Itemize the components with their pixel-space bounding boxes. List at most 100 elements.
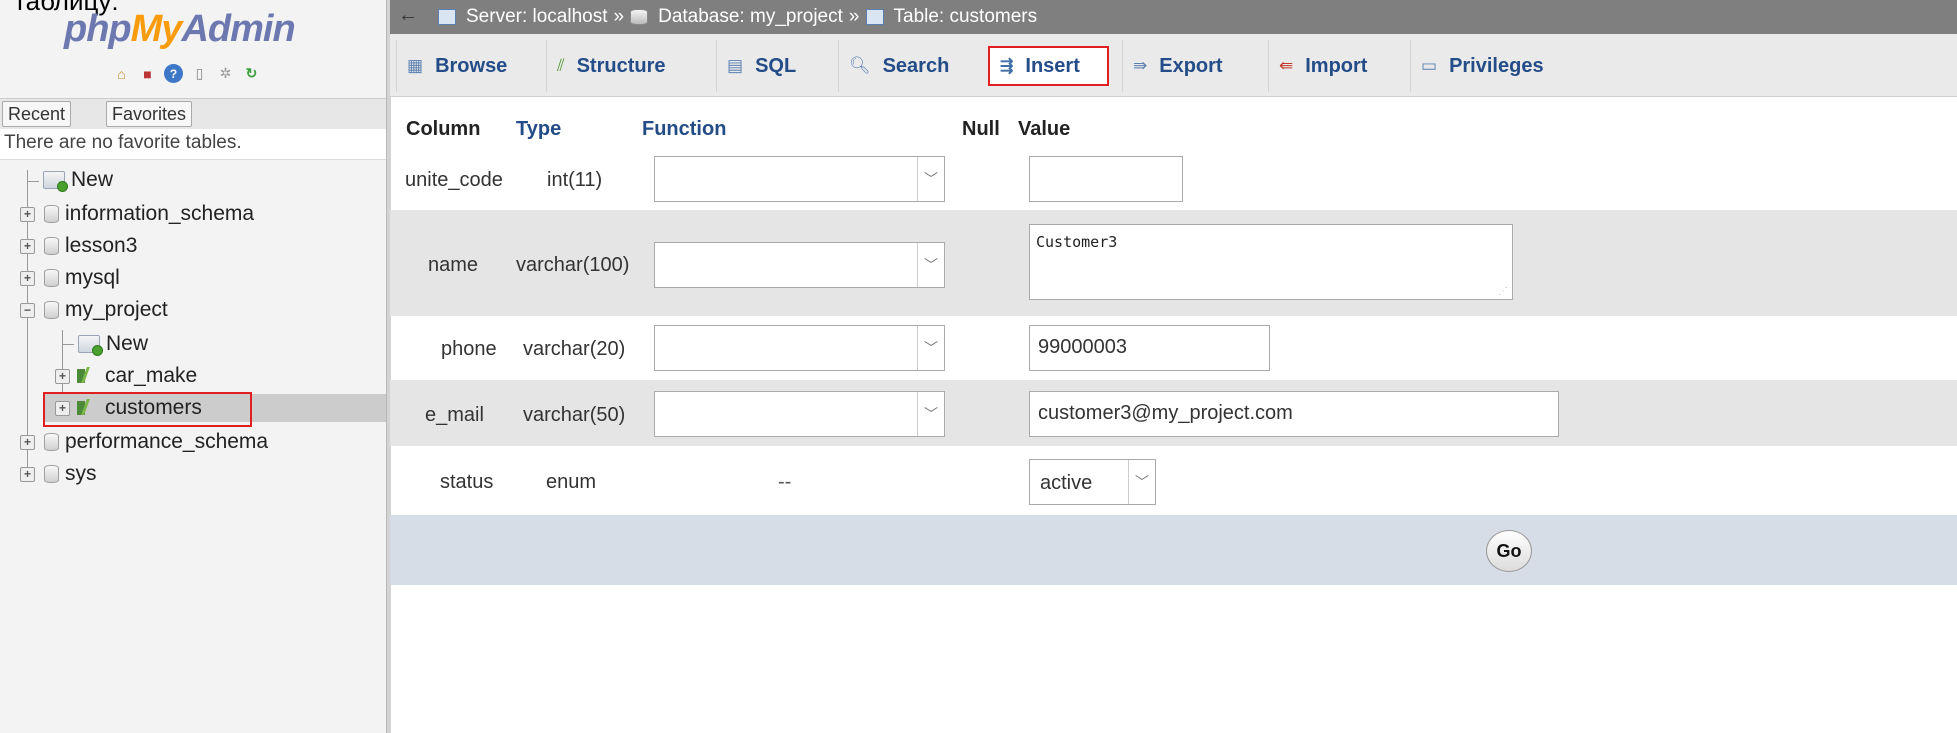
breadcrumb-separator: » xyxy=(613,6,625,27)
expand-icon[interactable]: + xyxy=(20,434,35,450)
sql-icon: ▤ xyxy=(727,56,744,75)
collapse-icon[interactable]: − xyxy=(20,302,35,318)
tree-item-performance-schema[interactable]: + performance_schema xyxy=(20,428,268,456)
tree-item-mysql[interactable]: + mysql xyxy=(20,264,120,292)
favorites-tab[interactable]: Favorites xyxy=(106,101,193,127)
function-select[interactable]: ﹀ xyxy=(654,391,945,437)
tree-item-label: sys xyxy=(65,462,97,485)
breadcrumb: Server: localhost » Database: my_project… xyxy=(438,6,1037,28)
tree-item-new[interactable]: New xyxy=(39,166,113,194)
expand-icon[interactable]: + xyxy=(55,368,70,384)
logo-my: My xyxy=(130,8,183,50)
function-select[interactable]: ﹀ xyxy=(654,156,945,202)
value-input-phone[interactable]: 99000003 xyxy=(1029,325,1270,371)
search-icon: 🔍︎ xyxy=(849,56,871,75)
column-type: int(11) xyxy=(547,169,603,191)
value-input-unite-code[interactable] xyxy=(1029,156,1183,202)
function-select[interactable]: ﹀ xyxy=(654,242,945,288)
tree-item-label: lesson3 xyxy=(65,234,138,257)
collapse-nav-arrow[interactable]: ← xyxy=(398,4,418,27)
value-input-email[interactable]: customer3@my_project.com xyxy=(1029,391,1559,437)
browse-icon: ▦ xyxy=(407,56,424,75)
textarea-value: Customer3 xyxy=(1036,233,1118,251)
resize-grip-icon[interactable]: ⋰ xyxy=(1498,286,1508,297)
column-type: enum xyxy=(546,471,597,493)
chevron-down-icon: ﹀ xyxy=(917,392,944,436)
expand-icon[interactable]: + xyxy=(20,206,35,222)
server-icon xyxy=(438,9,456,25)
tree-item-sys[interactable]: + sys xyxy=(20,460,97,488)
structure-icon: ⫽ xyxy=(557,56,565,75)
tree-item-label: car_make xyxy=(105,364,198,387)
form-footer xyxy=(390,515,1957,585)
phpmyadmin-logo[interactable]: phpMyAdmin xyxy=(64,8,296,51)
tab-sql[interactable]: ▤ SQL xyxy=(716,40,806,92)
table-icon xyxy=(77,367,99,385)
exit-icon[interactable]: ■ xyxy=(138,64,157,83)
settings-icon[interactable]: ✲ xyxy=(216,64,235,83)
column-name: status xyxy=(440,471,494,493)
tree-line xyxy=(62,344,74,345)
expand-icon[interactable]: + xyxy=(20,270,35,286)
tab-privileges[interactable]: ▭ Privileges xyxy=(1410,40,1554,92)
column-name: phone xyxy=(441,338,497,360)
breadcrumb-database[interactable]: Database: my_project xyxy=(658,6,843,28)
breadcrumb-server[interactable]: Server: localhost xyxy=(466,6,608,28)
function-select[interactable]: ﹀ xyxy=(654,325,945,371)
status-select[interactable]: active ﹀ xyxy=(1029,459,1156,505)
tree-line xyxy=(27,181,39,182)
tree-item-label: performance_schema xyxy=(65,430,269,453)
new-table-icon xyxy=(78,335,103,356)
expand-icon[interactable]: + xyxy=(20,466,35,482)
tab-import[interactable]: ⇚ Import xyxy=(1268,40,1377,92)
column-name: unite_code xyxy=(405,169,503,191)
tab-export[interactable]: ⇛ Export xyxy=(1122,40,1233,92)
null-header: Null xyxy=(962,118,1000,140)
chevron-down-icon: ﹀ xyxy=(1128,460,1155,504)
database-icon xyxy=(44,269,59,287)
chevron-down-icon: ﹀ xyxy=(917,243,944,287)
tab-structure[interactable]: ⫽ Structure xyxy=(546,40,676,92)
tree-item-label: New xyxy=(71,168,114,191)
tab-label: SQL xyxy=(755,54,797,77)
favorites-message-box: There are no favorite tables. xyxy=(0,129,386,160)
tree-item-car-make[interactable]: + car_make xyxy=(55,362,197,390)
go-button[interactable]: Go xyxy=(1486,530,1532,572)
logo-php: php xyxy=(64,8,132,50)
type-header[interactable]: Type xyxy=(516,118,561,141)
new-icon xyxy=(43,171,68,192)
chevron-down-icon: ﹀ xyxy=(917,157,944,201)
function-header[interactable]: Function xyxy=(642,118,726,141)
tree-item-information-schema[interactable]: + information_schema xyxy=(20,200,254,228)
tab-search[interactable]: 🔍︎ Search xyxy=(838,40,959,92)
table-icon xyxy=(865,9,884,25)
column-name: e_mail xyxy=(425,404,484,426)
reload-icon[interactable]: ↻ xyxy=(242,64,261,83)
tab-label: Import xyxy=(1305,54,1368,77)
database-icon xyxy=(630,9,649,25)
expand-icon[interactable]: + xyxy=(20,238,35,254)
tree-item-label: information_schema xyxy=(65,202,255,225)
docs-icon[interactable]: ▯ xyxy=(190,64,209,83)
privileges-icon: ▭ xyxy=(1421,56,1438,75)
help-icon[interactable]: ? xyxy=(164,64,183,83)
table-tabs: ▦ Browse ⫽ Structure ▤ SQL 🔍︎ Search ⇶ Insert… xyxy=(390,34,1957,97)
tab-browse[interactable]: ▦ Browse xyxy=(396,40,517,92)
tree-item-label: mysql xyxy=(65,266,120,289)
home-icon[interactable]: ⌂ xyxy=(112,64,131,83)
tab-label: Export xyxy=(1159,54,1223,77)
value-textarea-name[interactable]: Customer3 ⋰ xyxy=(1029,224,1513,300)
breadcrumb-table[interactable]: Table: customers xyxy=(894,6,1038,28)
recent-tab[interactable]: Recent xyxy=(2,101,72,127)
tree-item-my-project-new[interactable]: New xyxy=(74,330,148,358)
tab-insert[interactable]: ⇶ Insert xyxy=(988,46,1109,86)
tree-item-my-project[interactable]: − my_project xyxy=(20,296,168,324)
breadcrumb-separator: » xyxy=(848,6,860,27)
database-icon xyxy=(44,301,59,319)
tree-item-lesson3[interactable]: + lesson3 xyxy=(20,232,137,260)
logo-admin: Admin xyxy=(181,8,295,50)
chevron-down-icon: ﹀ xyxy=(917,326,944,370)
export-icon: ⇛ xyxy=(1133,56,1148,75)
database-icon xyxy=(44,465,59,483)
column-header: Column xyxy=(406,118,481,140)
